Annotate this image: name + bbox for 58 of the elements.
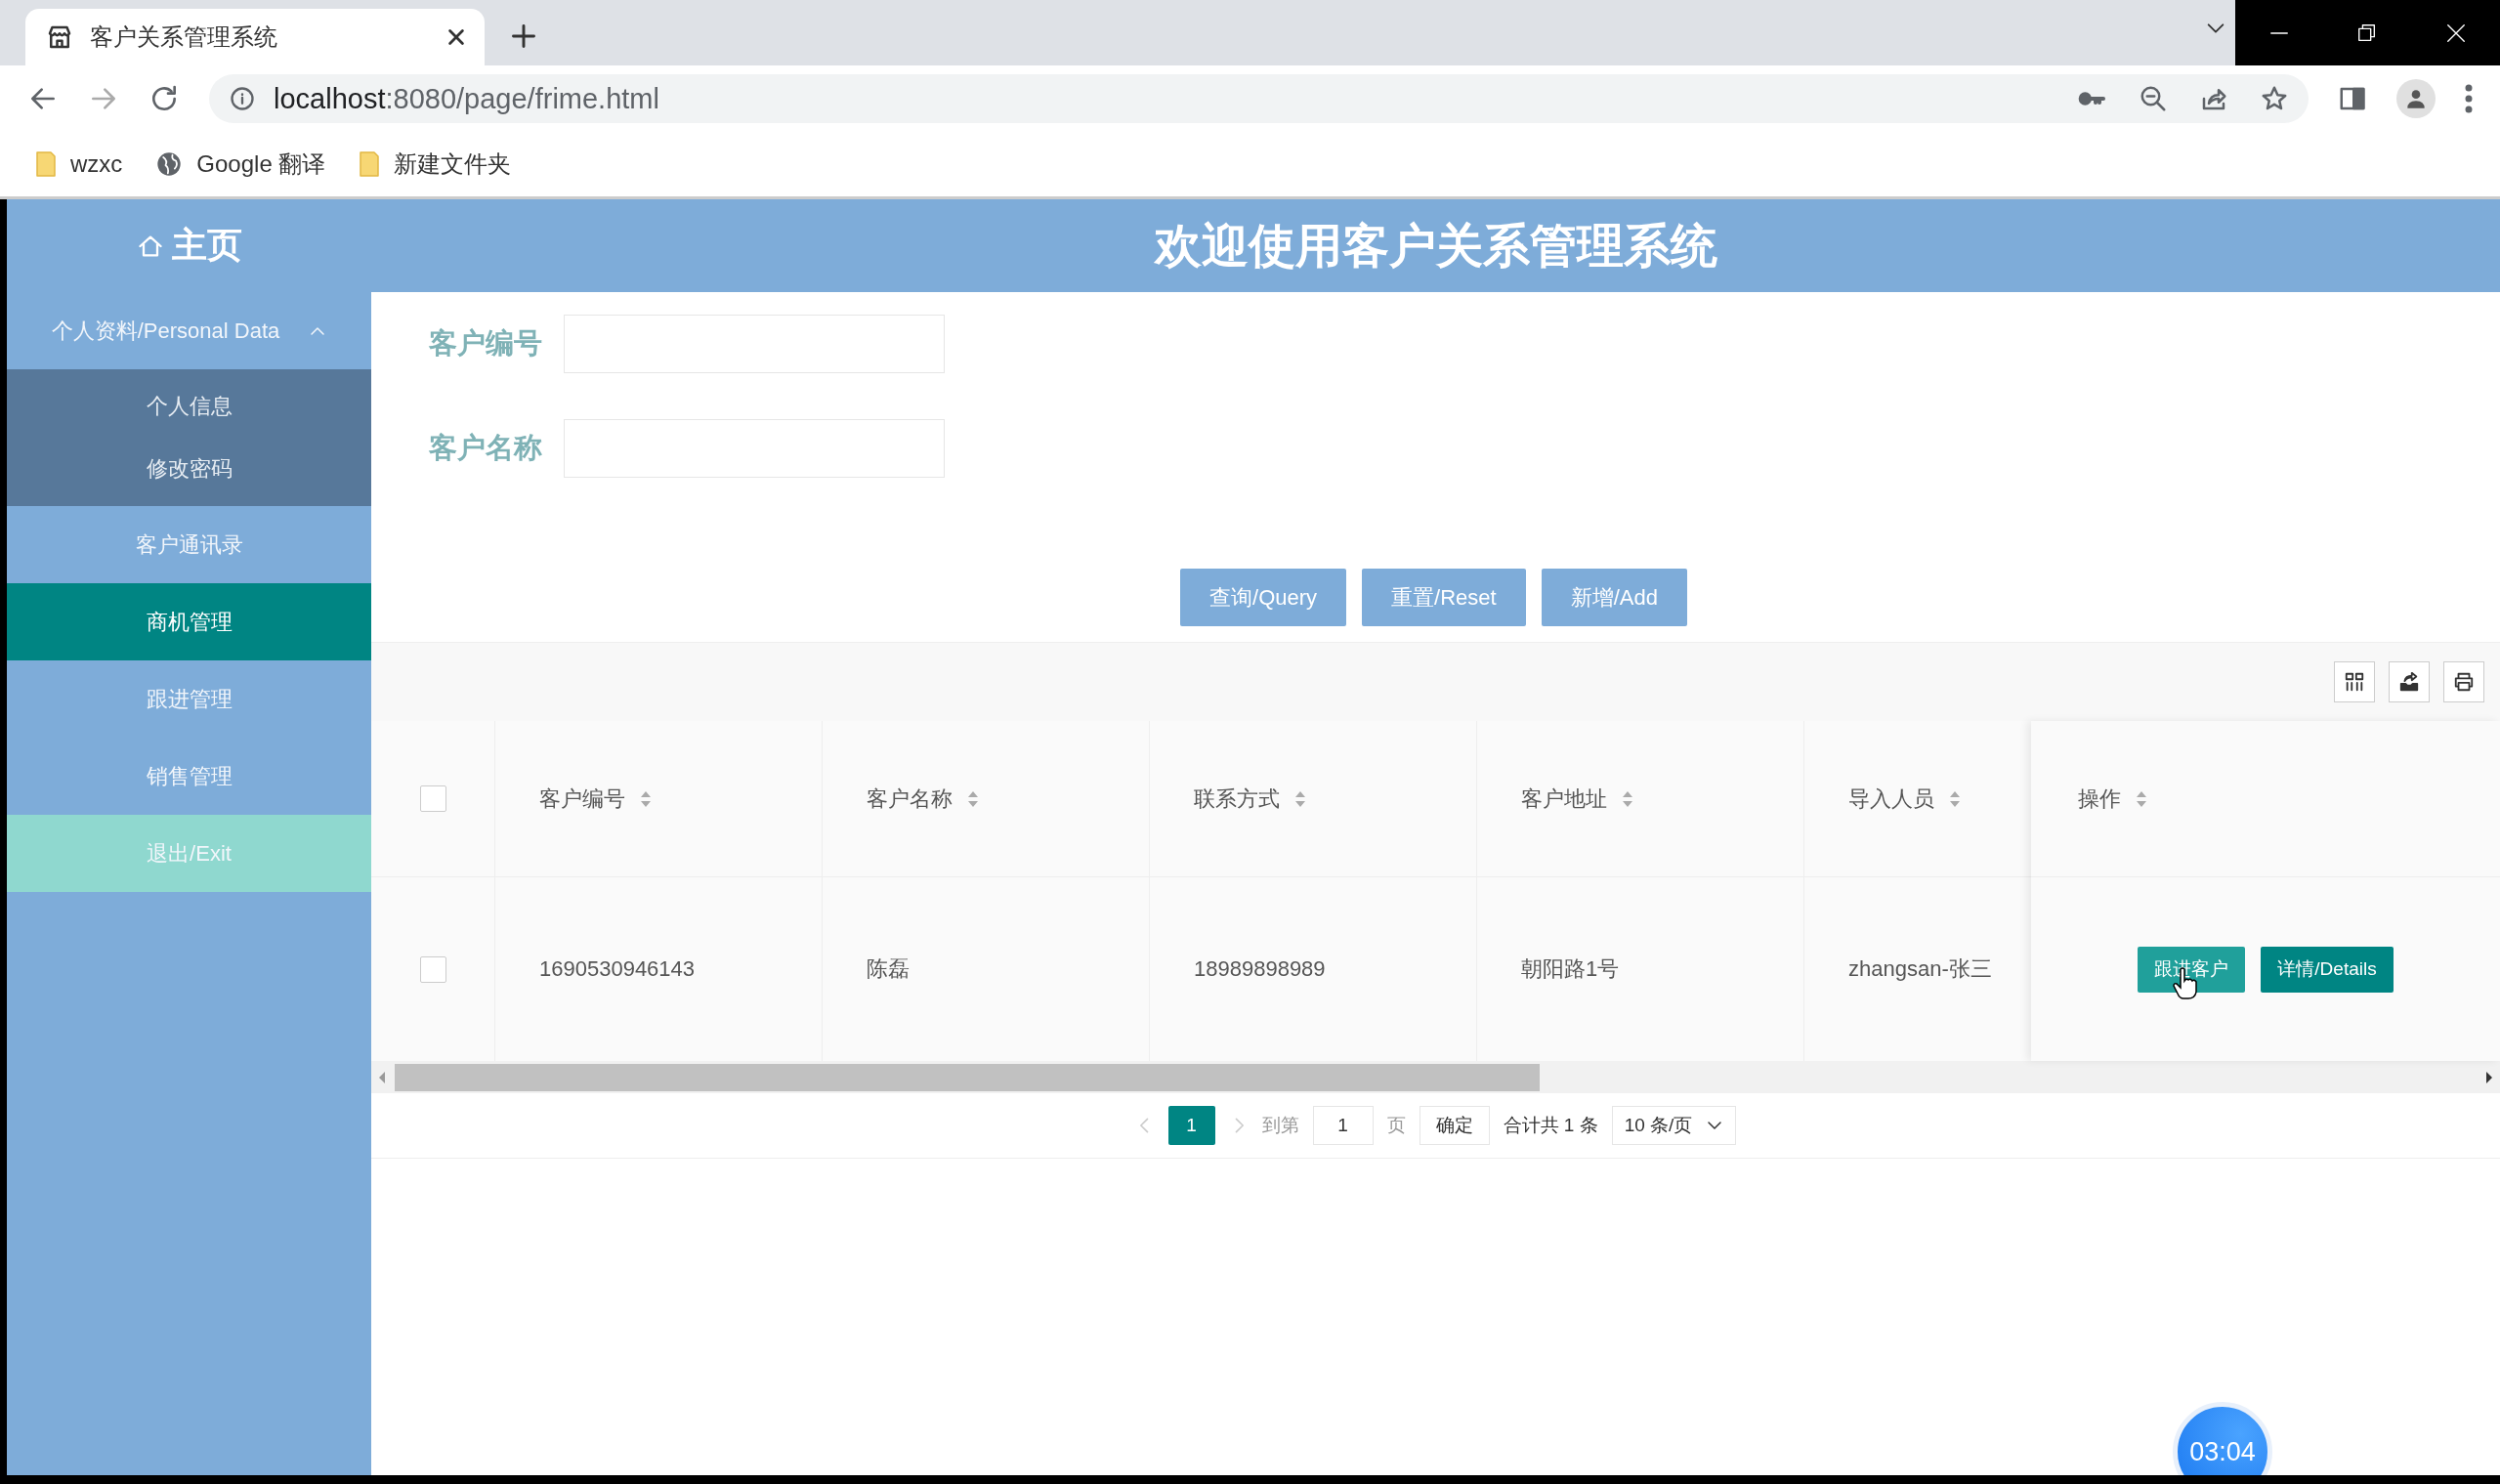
home-link[interactable]: 主页 bbox=[7, 221, 371, 271]
field-label: 客户名称 bbox=[429, 431, 542, 465]
export-button[interactable] bbox=[2389, 661, 2430, 702]
action-button[interactable]: 新增/Add bbox=[1541, 569, 1687, 626]
action-button[interactable]: 查询/Query bbox=[1180, 569, 1347, 626]
more-icon[interactable] bbox=[2465, 84, 2473, 113]
field-label: 客户编号 bbox=[429, 326, 542, 360]
print-button[interactable] bbox=[2443, 661, 2484, 702]
plus-icon[interactable] bbox=[510, 22, 537, 50]
table-cell-text: zhangsan-张三 bbox=[1848, 955, 1992, 983]
row-action-button[interactable]: 详情/Details bbox=[2261, 946, 2394, 993]
column-header: 客户名称 bbox=[867, 784, 953, 813]
column-header: 客户地址 bbox=[1521, 784, 1607, 813]
total-count: 合计共 1 条 bbox=[1503, 1114, 1598, 1137]
table-cell-text: 陈磊 bbox=[867, 955, 910, 983]
page-size-select[interactable]: 10 条/页 bbox=[1611, 1106, 1737, 1145]
column-header: 导入人员 bbox=[1848, 784, 1934, 813]
bookmark[interactable]: Google 翻译 bbox=[155, 148, 326, 180]
input-field[interactable] bbox=[564, 419, 945, 478]
scroll-left-icon bbox=[377, 1070, 387, 1084]
checkbox[interactable] bbox=[419, 785, 446, 812]
info-icon bbox=[229, 85, 256, 112]
grid-icon bbox=[2344, 671, 2365, 693]
column-header: 操作 bbox=[2078, 784, 2121, 813]
column-header: 客户编号 bbox=[539, 784, 625, 813]
folder-icon bbox=[35, 150, 57, 178]
table-cell: 18989898989 bbox=[1194, 956, 1326, 982]
table-cell: 1690530946143 bbox=[539, 956, 696, 982]
checkbox[interactable] bbox=[419, 955, 446, 983]
columns-button[interactable] bbox=[2334, 661, 2375, 702]
globe-icon bbox=[155, 150, 184, 178]
printer-icon bbox=[2453, 671, 2475, 693]
input-field[interactable] bbox=[564, 315, 945, 373]
page-label: 页 bbox=[1386, 1114, 1406, 1137]
export-icon bbox=[2398, 671, 2420, 693]
sidebar-item[interactable]: 商机管理 bbox=[7, 583, 371, 660]
browser-tab[interactable]: 客户关系管理系统 bbox=[25, 9, 485, 65]
scroll-right-icon bbox=[2484, 1070, 2494, 1084]
close-icon[interactable] bbox=[2444, 21, 2467, 44]
recording-timer[interactable]: 03:04 bbox=[2173, 1402, 2272, 1475]
bookmark[interactable]: wzxc bbox=[35, 150, 123, 178]
confirm-button[interactable]: 确定 bbox=[1419, 1106, 1490, 1145]
folder-icon bbox=[359, 150, 381, 178]
page-title: 欢迎使用客户关系管理系统 bbox=[1153, 218, 1718, 274]
close-icon[interactable] bbox=[445, 26, 467, 48]
action-button[interactable]: 重置/Reset bbox=[1362, 569, 1526, 626]
goto-label: 到第 bbox=[1261, 1114, 1299, 1137]
profile-avatar[interactable] bbox=[2396, 79, 2436, 118]
sidebar-subitem[interactable]: 个人信息 bbox=[7, 375, 371, 438]
tab-title: 客户关系管理系统 bbox=[90, 22, 278, 52]
table-cell-text: 朝阳路1号 bbox=[1521, 955, 1620, 983]
page-number[interactable]: 1 bbox=[1167, 1106, 1215, 1145]
sidebar-subitem[interactable]: 修改密码 bbox=[7, 438, 371, 500]
column-header: 联系方式 bbox=[1194, 784, 1280, 813]
scrollbar-thumb[interactable] bbox=[395, 1063, 1541, 1091]
zoom-out-icon[interactable] bbox=[2139, 84, 2168, 113]
page-input[interactable]: 1 bbox=[1312, 1106, 1374, 1145]
bookmark[interactable]: 新建文件夹 bbox=[359, 148, 512, 180]
